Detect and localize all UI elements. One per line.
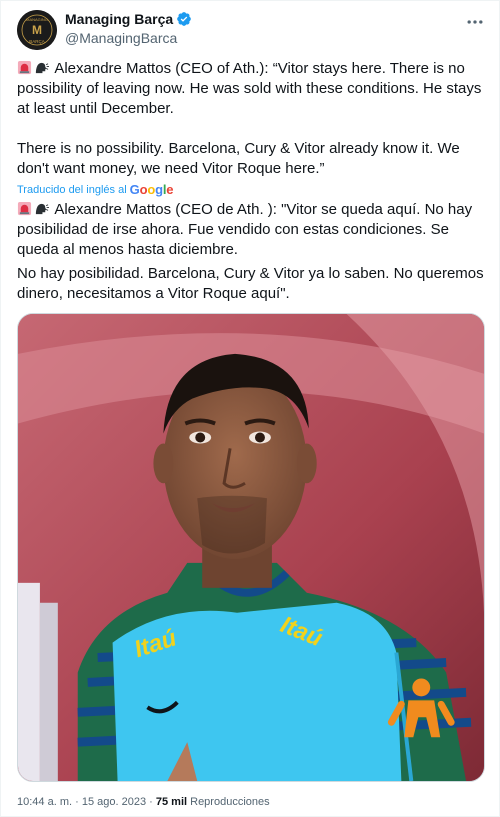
tweet-text-spanish-2: No hay posibilidad. Barcelona, Cury & Vi…: [17, 265, 484, 302]
tweet-text-spanish-1: Alexandre Mattos (CEO de Ath. ): "Vitor …: [17, 200, 487, 260]
user-handle[interactable]: @ManagingBarca: [65, 30, 192, 46]
avatar-logo: MANAGING M BARÇA: [17, 10, 57, 50]
display-name[interactable]: Managing Barça: [65, 11, 173, 27]
avatar[interactable]: MANAGING M BARÇA: [17, 10, 57, 50]
google-logo: Google: [129, 182, 174, 197]
meta-separator: ·: [149, 796, 153, 808]
tweet-header: MANAGING M BARÇA Managing Barça @Managin…: [17, 10, 485, 50]
speaking-head-icon: [35, 62, 49, 74]
avatar-top-text: MANAGING: [26, 17, 48, 22]
more-options-icon[interactable]: [465, 12, 485, 32]
author-info: Managing Barça @ManagingBarca: [65, 11, 192, 46]
tweet-meta: 10:44 a. m. · 15 ago. 2023 · 75 mil Repr…: [17, 796, 270, 808]
player-photo-illustration: Itaú Itaú: [18, 314, 484, 781]
siren-icon: [17, 60, 32, 75]
views-label: Reproducciones: [190, 796, 270, 808]
english-paragraph-1: Alexandre Mattos (CEO of Ath.): “Vitor s…: [17, 60, 482, 117]
spanish-paragraph-1: Alexandre Mattos (CEO de Ath. ): "Vitor …: [17, 201, 473, 258]
siren-icon: [17, 201, 32, 216]
translated-label: Traducido del inglés al: [17, 183, 127, 196]
avatar-bottom-text: BARÇA: [29, 39, 45, 44]
meta-separator: ·: [75, 796, 79, 808]
tweet-time[interactable]: 10:44 a. m.: [17, 796, 72, 808]
tweet-text-english-1: Alexandre Mattos (CEO of Ath.): “Vitor s…: [17, 59, 487, 119]
tweet-photo[interactable]: Itaú Itaú: [17, 313, 485, 782]
verified-badge-icon[interactable]: [176, 11, 192, 27]
speaking-head-icon: [35, 203, 49, 215]
avatar-mark: M: [32, 23, 42, 37]
tweet-date[interactable]: 15 ago. 2023: [82, 796, 146, 808]
tweet-card: MANAGING M BARÇA Managing Barça @Managin…: [0, 0, 500, 817]
name-row: Managing Barça: [65, 11, 192, 27]
views-count: 75 mil: [155, 796, 188, 808]
translation-attribution[interactable]: Traducido del inglés al Google: [17, 182, 173, 197]
tweet-text-english-2: There is no possibility. Barcelona, Cury…: [17, 140, 460, 177]
